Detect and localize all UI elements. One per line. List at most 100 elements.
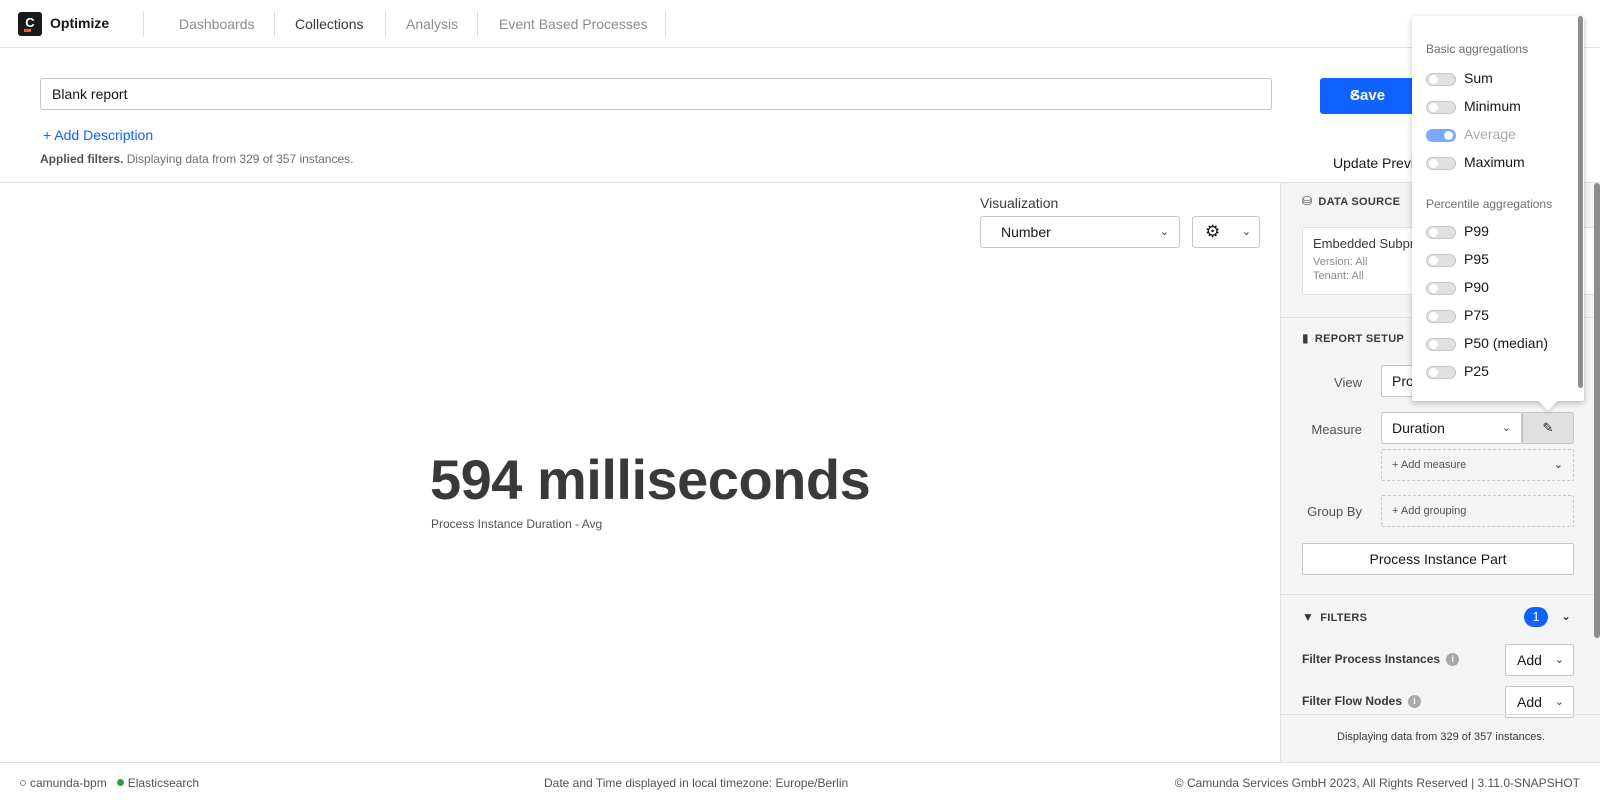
nav-item-event-based-processes[interactable]: Event Based Processes	[499, 16, 648, 32]
basic-aggregations-heading: Basic aggregations	[1426, 42, 1529, 56]
info-icon[interactable]: i	[1446, 653, 1460, 667]
toggle-label: P75	[1464, 307, 1489, 323]
filter-icon: ▼	[1302, 610, 1315, 624]
filter-count-badge: 1	[1524, 607, 1548, 627]
gear-icon: ⚙	[1205, 222, 1221, 241]
report-number-caption: Process Instance Duration - Avg	[431, 517, 603, 531]
add-description-link[interactable]: + Add Description	[43, 127, 153, 143]
process-instance-part-button[interactable]: Process Instance Part	[1302, 543, 1574, 575]
update-preview-toggle-label[interactable]: Update Previ	[1333, 155, 1414, 171]
nav-item-dashboards[interactable]: Dashboards	[179, 16, 255, 32]
visualization-select[interactable]: Number ⌄	[980, 216, 1180, 248]
aggregation-popover: Basic aggregations Sum Minimum Average Maxi…	[1412, 16, 1584, 411]
camunda-logo-icon[interactable]: C	[18, 12, 42, 36]
view-label: View	[1334, 375, 1362, 390]
toggle-label: P95	[1464, 251, 1489, 267]
toggle-switch[interactable]	[1426, 338, 1456, 351]
toggle-switch[interactable]	[1426, 101, 1456, 114]
info-icon[interactable]: i	[1408, 695, 1422, 709]
toggle-switch[interactable]	[1426, 366, 1456, 379]
aggregation-toggle-row[interactable]: Maximum	[1426, 153, 1576, 173]
section-divider	[1281, 714, 1600, 715]
chevron-down-icon: ⌄	[1241, 226, 1251, 238]
pencil-icon: ✎	[1542, 420, 1554, 435]
aggregation-toggle-row[interactable]: P90	[1426, 278, 1576, 298]
toggle-label: Maximum	[1464, 154, 1525, 170]
toggle-switch[interactable]	[1426, 282, 1456, 295]
aggregation-toggle-row[interactable]: Minimum	[1426, 97, 1576, 117]
chevron-down-icon: ⌄	[1554, 696, 1564, 708]
nav-divider	[385, 11, 386, 37]
aggregation-toggle-row[interactable]: P50 (median)	[1426, 334, 1576, 354]
checkmark-icon: ✓	[1348, 87, 1362, 104]
toggle-switch[interactable]	[1426, 254, 1456, 267]
toggle-label: P25	[1464, 363, 1489, 379]
top-navigation: C Optimize Dashboards Collections Analys…	[0, 0, 1600, 48]
chevron-down-icon: ⌄	[1501, 422, 1511, 434]
aggregation-toggle-row[interactable]: Sum	[1426, 69, 1576, 89]
toggle-label: Minimum	[1464, 98, 1521, 114]
report-number-value: 594 milliseconds	[430, 448, 871, 511]
aggregation-toggle-row[interactable]: P75	[1426, 306, 1576, 326]
toggle-label: P50 (median)	[1464, 335, 1549, 351]
toggle-label: Sum	[1464, 70, 1493, 86]
toggle-label: P99	[1464, 223, 1489, 239]
add-measure-select[interactable]: + Add measure ⌄	[1381, 449, 1574, 481]
chevron-down-icon: ⌄	[1553, 459, 1563, 471]
toggle-switch[interactable]	[1426, 73, 1456, 86]
configuration-button[interactable]: ⚙ ⌄	[1192, 216, 1260, 248]
toggle-switch[interactable]	[1426, 310, 1456, 323]
applied-filters-text: Displaying data from 329 of 357 instance…	[126, 152, 354, 166]
add-instance-filter-button[interactable]: Add ⌄	[1505, 644, 1574, 676]
nav-item-analysis[interactable]: Analysis	[406, 16, 458, 32]
aggregation-toggle-row[interactable]: Average	[1426, 125, 1576, 145]
visualization-label: Visualization	[980, 195, 1059, 211]
sidebar-instance-count: Displaying data from 329 of 357 instance…	[1337, 731, 1545, 743]
popover-scrollbar[interactable]	[1578, 16, 1583, 388]
nav-divider	[274, 11, 275, 37]
nav-divider	[477, 11, 478, 37]
chevron-down-icon: ⌄	[1554, 654, 1564, 666]
data-source-name: Embedded Subpr	[1313, 236, 1415, 251]
measure-label: Measure	[1311, 422, 1362, 437]
toggle-switch[interactable]	[1426, 226, 1456, 239]
measure-value: Duration	[1392, 420, 1445, 436]
aggregation-toggle-row[interactable]: P25	[1426, 362, 1576, 382]
filters-heading[interactable]: ▼ FILTERS	[1302, 610, 1367, 624]
engine-name: camunda-bpm	[30, 776, 107, 790]
sidebar-scrollbar[interactable]	[1594, 183, 1600, 638]
app-brand[interactable]: Optimize	[50, 15, 109, 31]
filter-flow-nodes-label: Filter Flow Nodes i	[1302, 694, 1422, 709]
filter-process-instances-label: Filter Process Instances i	[1302, 652, 1460, 667]
toggle-label: P90	[1464, 279, 1489, 295]
copyright: © Camunda Services GmbH 2023, All Rights…	[1174, 776, 1580, 790]
applied-filters-label: Applied filters.	[40, 152, 124, 166]
timezone-info: Date and Time displayed in local timezon…	[544, 776, 849, 790]
toggle-label: Average	[1464, 126, 1516, 142]
aggregation-toggle-row[interactable]: P95	[1426, 250, 1576, 270]
report-name-input[interactable]: Blank report	[40, 78, 1272, 110]
aggregation-toggle-row[interactable]: P99	[1426, 222, 1576, 242]
toggle-switch[interactable]	[1426, 157, 1456, 170]
nav-divider	[143, 11, 144, 37]
database-status-icon	[116, 779, 124, 786]
chevron-down-icon[interactable]: ⌄	[1561, 609, 1571, 623]
connection-status: camunda-bpm Elasticsearch	[20, 776, 199, 790]
report-setup-heading: ▮ REPORT SETUP	[1302, 331, 1405, 345]
visualization-value: Number	[1001, 224, 1051, 240]
database-name: Elasticsearch	[127, 776, 200, 790]
measure-select[interactable]: Duration ⌄	[1381, 412, 1522, 444]
edit-aggregation-button[interactable]: ✎	[1522, 412, 1574, 444]
data-source-version: Version: All	[1313, 256, 1368, 268]
data-source-heading: ⛁ DATA SOURCE	[1302, 194, 1401, 208]
nav-item-collections[interactable]: Collections	[295, 16, 363, 32]
chevron-down-icon: ⌄	[1159, 226, 1169, 238]
toggle-switch[interactable]	[1426, 129, 1456, 142]
add-grouping-select[interactable]: + Add grouping	[1381, 495, 1574, 527]
bar-chart-icon: ▮	[1302, 331, 1309, 345]
database-icon: ⛁	[1302, 194, 1313, 208]
data-source-tenant: Tenant: All	[1313, 270, 1364, 282]
section-divider	[1281, 594, 1600, 595]
applied-filters-info: Applied filters. Displaying data from 32…	[40, 152, 354, 166]
nav-divider	[665, 11, 666, 37]
